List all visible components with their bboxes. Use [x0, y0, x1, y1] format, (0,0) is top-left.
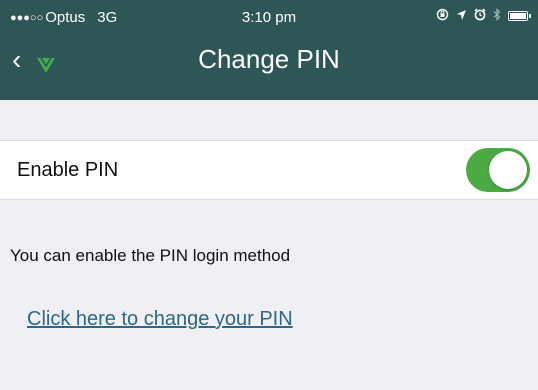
location-arrow-icon: [456, 9, 467, 24]
toggle-knob: [489, 151, 527, 189]
alarm-icon: [474, 8, 486, 24]
status-icons: [436, 8, 531, 24]
lock-rotation-icon: [436, 8, 449, 24]
change-pin-link[interactable]: Click here to change your PIN: [27, 308, 293, 331]
change-pin-screen: ●●●○○ Optus 3G 3:10 pm ‹ Change PIN Enab…: [0, 0, 538, 390]
enable-pin-row: Enable PIN: [0, 140, 538, 200]
enable-pin-label: Enable PIN: [17, 159, 119, 181]
top-bar: ●●●○○ Optus 3G 3:10 pm ‹ Change PIN: [0, 0, 538, 100]
bluetooth-icon: [493, 8, 501, 24]
page-title: Change PIN: [198, 44, 340, 74]
enable-pin-toggle[interactable]: [466, 148, 530, 192]
battery-icon: [508, 11, 531, 21]
help-text: You can enable the PIN login method: [10, 246, 291, 265]
